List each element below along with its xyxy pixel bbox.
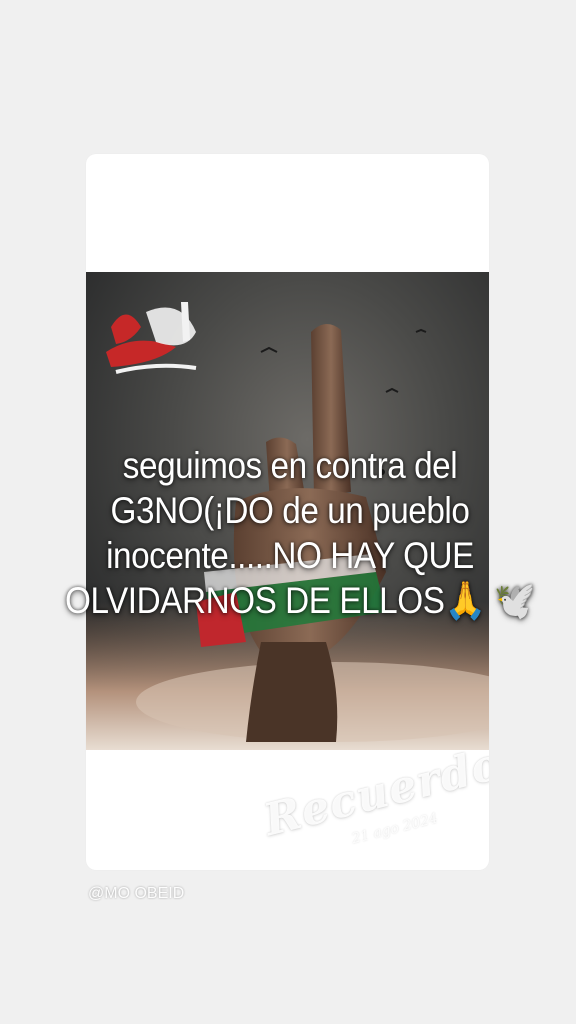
story-viewer: Recuerdos 21 ago 2024 seguimos en contra… xyxy=(0,0,576,1024)
creator-handle[interactable]: @MO OBEID xyxy=(88,885,184,903)
caption-line-3: inocente.....NO HAY QUE xyxy=(106,535,474,576)
caption-line-1: seguimos en contra del xyxy=(122,445,458,486)
memories-watermark: Recuerdos 21 ago 2024 xyxy=(259,732,489,870)
caption-line-4: OLVIDARNOS DE ELLOS🙏 🕊️ xyxy=(65,580,536,621)
caption-line-2: G3NO(¡DO de un pueblo xyxy=(110,490,470,531)
story-caption: seguimos en contra del G3NO(¡DO de un pu… xyxy=(65,443,536,623)
